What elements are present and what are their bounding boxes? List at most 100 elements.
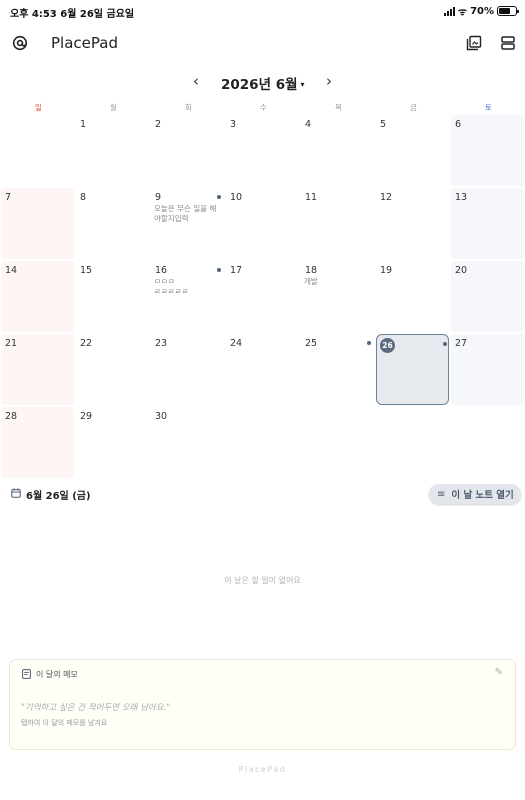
- day-number: 17: [230, 265, 243, 276]
- calendar-day[interactable]: 11: [301, 188, 374, 259]
- footer-brand: PlacePad: [238, 765, 287, 774]
- chevron-down-icon: ▾: [300, 80, 305, 89]
- day-number: 22: [80, 338, 93, 349]
- layout-icon[interactable]: [500, 35, 516, 51]
- calendar-day[interactable]: 2: [151, 115, 224, 186]
- day-number: 19: [380, 265, 393, 276]
- calendar-day[interactable]: 12: [376, 188, 449, 259]
- day-number: 2: [155, 119, 162, 130]
- calendar-day[interactable]: 9 오늘은 무슨 일을 해야할지입력: [151, 188, 224, 259]
- day-number: 4: [305, 119, 312, 130]
- status-bar: 오후 4:53 6월 26일 금요일 ᯤ 70%: [0, 0, 525, 24]
- day-number: 11: [305, 192, 318, 203]
- calendar-day[interactable]: 1: [76, 115, 149, 186]
- empty-day-message: 이 날은 할 일이 없어요: [224, 576, 301, 585]
- calendar-day[interactable]: 21: [1, 334, 74, 405]
- calendar-day[interactable]: 19: [376, 261, 449, 332]
- at-sign-icon[interactable]: [12, 35, 28, 51]
- day-note-preview: 오늘은 무슨 일을 해야할지입력: [154, 204, 217, 223]
- weekday-label: 일: [35, 103, 42, 112]
- day-number: 18: [305, 265, 318, 276]
- weekday-label: 수: [260, 103, 267, 112]
- prev-month-button[interactable]: ‹: [189, 72, 203, 90]
- weekday-label: 금: [410, 103, 417, 112]
- weekday-header: 일월화수목금토: [0, 102, 525, 114]
- calendar-day-today[interactable]: 26: [376, 334, 449, 405]
- battery-icon: [497, 6, 519, 16]
- day-number: 3: [230, 119, 237, 130]
- calendar-day[interactable]: 30: [151, 407, 224, 478]
- day-number: 28: [5, 411, 18, 422]
- signal-icon: [443, 6, 455, 16]
- calendar-day[interactable]: 16 ㅁㅁㅁ ㄹㄹㄹㄹㄹ: [151, 261, 224, 332]
- day-number: 7: [5, 192, 12, 203]
- open-day-note-label: 이 날 노트 열기: [451, 490, 514, 501]
- calendar-day[interactable]: 3: [226, 115, 299, 186]
- calendar-day[interactable]: 13: [451, 188, 524, 259]
- calendar-day[interactable]: 10: [226, 188, 299, 259]
- day-number: 10: [230, 192, 243, 203]
- day-number: 21: [5, 338, 18, 349]
- note-indicator-dot: [217, 195, 221, 199]
- selected-day-header: 6월 26일 (금) ≡ 이 날 노트 열기: [0, 484, 525, 506]
- app-header: PlacePad: [0, 26, 525, 62]
- month-navigation: ‹ 2026년 6월 ▾ ›: [0, 70, 525, 94]
- day-number: 9: [155, 192, 162, 203]
- day-number: 6: [455, 119, 462, 130]
- next-month-button[interactable]: ›: [322, 72, 336, 90]
- memo-icon: [22, 669, 31, 679]
- month-selector[interactable]: 2026년 6월 ▾: [221, 73, 305, 93]
- day-number: 12: [380, 192, 393, 203]
- calendar-day[interactable]: 25: [301, 334, 374, 405]
- open-day-note-button[interactable]: ≡ 이 날 노트 열기: [429, 484, 521, 504]
- day-number: 1: [80, 119, 87, 130]
- day-number: 16: [155, 265, 168, 276]
- day-number: 29: [80, 411, 93, 422]
- note-indicator-dot: [443, 342, 447, 346]
- calendar-day[interactable]: 28: [1, 407, 74, 478]
- month-label: 2026년 6월: [221, 77, 298, 93]
- calendar-icon: [11, 488, 21, 498]
- weekday-label: 토: [485, 103, 492, 112]
- day-number: 15: [80, 265, 93, 276]
- weekday-label: 월: [110, 103, 117, 112]
- calendar-day[interactable]: 18 개발: [301, 261, 374, 332]
- calendar-day[interactable]: 20: [451, 261, 524, 332]
- monthly-memo-card[interactable]: 이 달의 메모 ✎ "기억하고 싶은 건 적어두면 오래 남아요." 탭하여 이…: [9, 659, 516, 750]
- calendar-day[interactable]: 4: [301, 115, 374, 186]
- memo-quote: "기억하고 싶은 건 적어두면 오래 남아요.": [21, 703, 171, 713]
- day-number: 5: [380, 119, 387, 130]
- day-note-preview: ㅁㅁㅁ ㄹㄹㄹㄹㄹ: [154, 277, 189, 296]
- day-number: 27: [455, 338, 468, 349]
- note-indicator-dot: [217, 268, 221, 272]
- note-edit-icon: ≡: [437, 488, 446, 500]
- calendar-day[interactable]: 14: [1, 261, 74, 332]
- calendar-day[interactable]: 8: [76, 188, 149, 259]
- note-indicator-dot: [367, 341, 371, 345]
- day-number: 30: [155, 411, 168, 422]
- memo-title: 이 달의 메모: [36, 670, 78, 679]
- calendar-day[interactable]: 22: [76, 334, 149, 405]
- battery-percent: 70%: [470, 5, 494, 17]
- weekday-label: 화: [185, 103, 192, 112]
- calendar-day[interactable]: 24: [226, 334, 299, 405]
- calendar-day[interactable]: 27: [451, 334, 524, 405]
- day-number: 14: [5, 265, 18, 276]
- calendar-day[interactable]: 23: [151, 334, 224, 405]
- today-date-badge: 26: [380, 338, 395, 353]
- calendar-day[interactable]: 5: [376, 115, 449, 186]
- calendar-day[interactable]: 17: [226, 261, 299, 332]
- status-time-date: 오후 4:53 6월 26일 금요일: [10, 9, 135, 20]
- pencil-icon[interactable]: ✎: [495, 667, 503, 678]
- day-number: 20: [455, 265, 468, 276]
- calendar-day[interactable]: 7: [1, 188, 74, 259]
- day-number: 24: [230, 338, 243, 349]
- weekday-label: 목: [335, 103, 342, 112]
- app-title: PlacePad: [51, 34, 118, 52]
- status-indicators: ᯤ 70%: [443, 4, 519, 18]
- day-number: 8: [80, 192, 87, 203]
- calendar-day[interactable]: 29: [76, 407, 149, 478]
- gallery-icon[interactable]: [466, 35, 482, 51]
- calendar-day[interactable]: 15: [76, 261, 149, 332]
- calendar-day[interactable]: 6: [451, 115, 524, 186]
